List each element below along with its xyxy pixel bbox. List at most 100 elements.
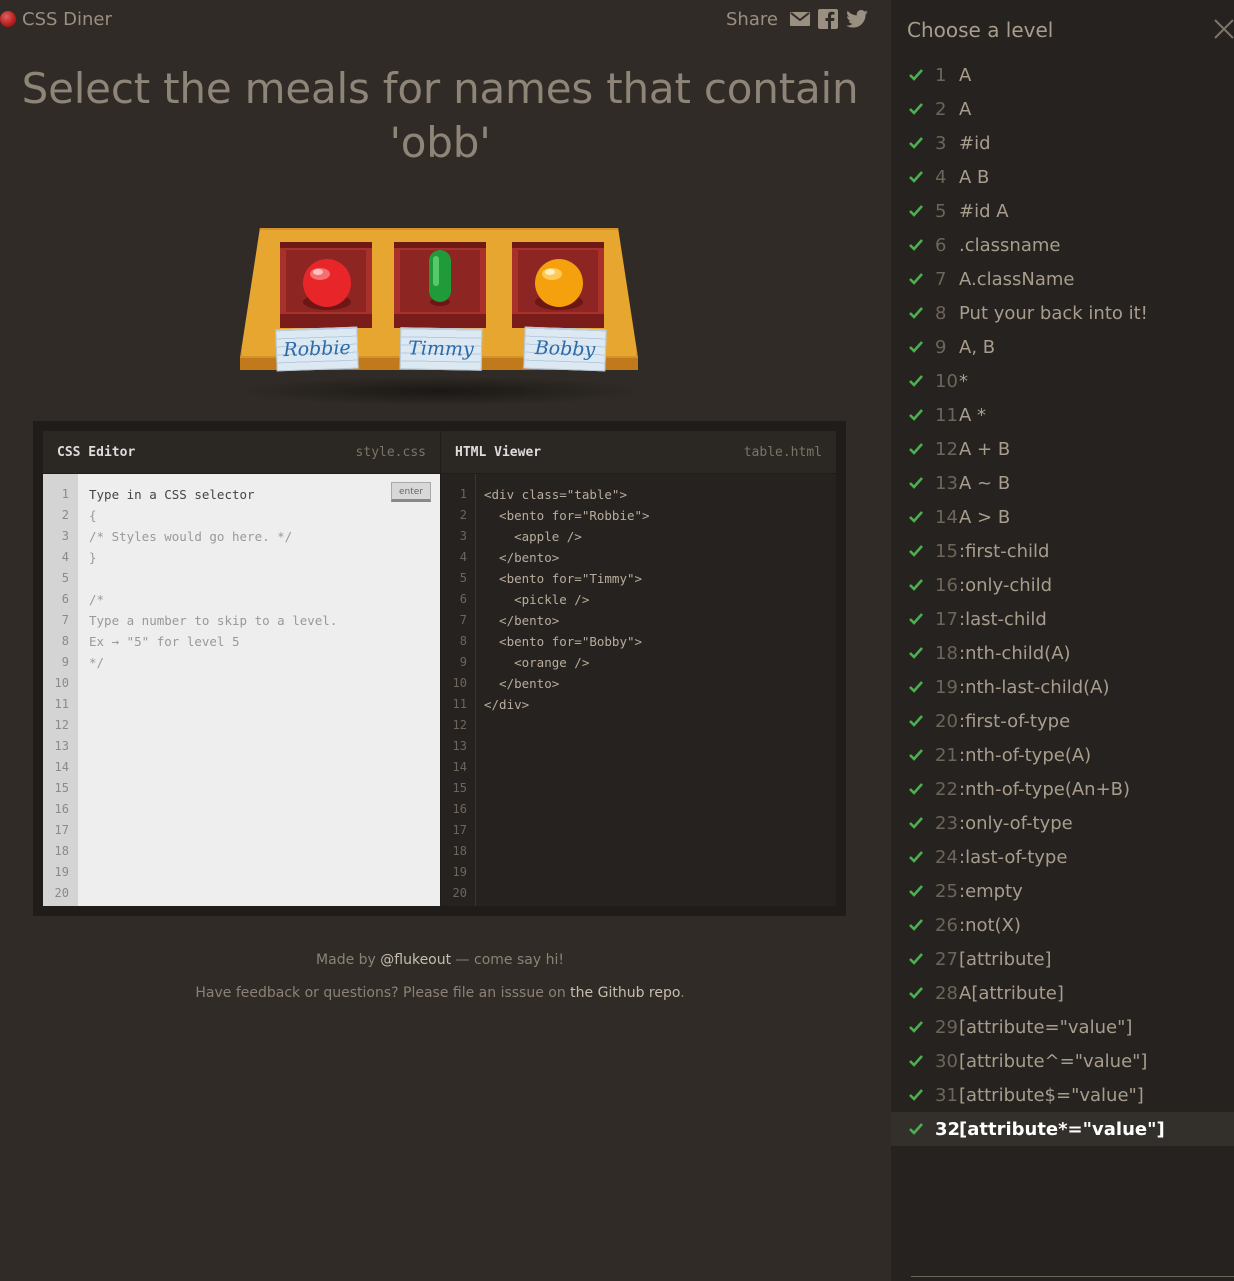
level-item-10[interactable]: 10 * [891,364,1234,398]
level-item-25[interactable]: 25:empty [891,874,1234,908]
twitter-icon[interactable] [846,10,868,28]
css-editor[interactable]: 1 2 3 4 5 6 7 8 9 10 11 12 13 14 15 16 1… [43,474,440,906]
level-item-19[interactable]: 19:nth-last-child(A) [891,670,1234,704]
share-bar: Share [726,6,868,32]
enter-button[interactable]: enter [391,482,431,502]
checkmark-icon [909,171,923,183]
checkmark-icon [909,443,923,455]
html-line-table-open[interactable]: <div class="table"> [484,484,627,505]
level-item-1[interactable]: 1A [891,58,1234,92]
apple-icon[interactable] [296,252,358,314]
level-item-29[interactable]: 29 [attribute="value"] [891,1010,1234,1044]
level-item-7[interactable]: 7 A.className [891,262,1234,296]
level-number: 8 [935,302,947,324]
level-item-12[interactable]: 12 A + B [891,432,1234,466]
html-line-bento-bobby[interactable]: <bento for="Bobby"> [484,631,642,652]
level-item-8[interactable]: 8 Put your back into it! [891,296,1234,330]
html-line-pickle[interactable]: <pickle /> [484,589,589,610]
checkmark-icon [909,69,923,81]
level-item-16[interactable]: 16:only-child [891,568,1234,602]
html-line-bento-close[interactable]: </bento> [484,547,559,568]
level-number: 20 [935,710,958,732]
app-logo[interactable]: CSS Diner [0,6,112,32]
line-number: 12 [54,718,69,732]
level-item-3[interactable]: 3 #id [891,126,1234,160]
html-line-apple[interactable]: <apple /> [484,526,582,547]
line-number: 8 [61,634,69,648]
level-item-31[interactable]: 31 [attribute$="value"] [891,1078,1234,1112]
level-number: 27 [935,948,958,970]
level-item-15[interactable]: 15:first-child [891,534,1234,568]
level-item-24[interactable]: 24:last-of-type [891,840,1234,874]
level-item-26[interactable]: 26:not(X) [891,908,1234,942]
pickle-icon[interactable] [428,248,452,310]
checkmark-icon [909,1021,923,1033]
line-number: 4 [61,550,69,564]
html-line-bento-close[interactable]: </bento> [484,673,559,694]
orange-icon[interactable] [528,252,590,314]
level-name: :nth-of-type(A) [959,744,1092,766]
level-item-17[interactable]: 17:last-child [891,602,1234,636]
checkmark-icon [909,511,923,523]
level-item-18[interactable]: 18:nth-child(A) [891,636,1234,670]
html-viewer-title: HTML Viewer [455,444,542,460]
level-item-4[interactable]: 4 A B [891,160,1234,194]
html-line-bento-robbie[interactable]: <bento for="Robbie"> [484,505,650,526]
level-item-27[interactable]: 27 [attribute] [891,942,1234,976]
html-line-table-close[interactable]: </div> [484,694,529,715]
level-item-6[interactable]: 6 .classname [891,228,1234,262]
bento-timmy[interactable] [394,242,486,328]
checkmark-icon [909,205,923,217]
footer-credit: Made by @flukeout — come say hi! [0,952,880,968]
facebook-icon[interactable] [817,9,838,29]
level-number: 4 [935,166,947,188]
level-item-2[interactable]: 2A [891,92,1234,126]
checkmark-icon [909,545,923,557]
level-name: :only-child [959,574,1053,596]
html-line-bento-timmy[interactable]: <bento for="Timmy"> [484,568,642,589]
author-link[interactable]: @flukeout [380,952,451,968]
level-name: A [959,64,972,86]
level-number: 3 [935,132,947,154]
line-number: 16 [452,802,467,816]
app-title: CSS Diner [22,8,112,30]
level-name: :not(X) [959,914,1021,936]
level-item-11[interactable]: 11 A * [891,398,1234,432]
level-item-9[interactable]: 9 A, B [891,330,1234,364]
checkmark-icon [909,341,923,353]
line-number: 5 [61,571,69,585]
level-number: 21 [935,744,958,766]
html-line-bento-close[interactable]: </bento> [484,610,559,631]
level-item-13[interactable]: 13 A ~ B [891,466,1234,500]
level-number: 2 [935,98,947,120]
close-icon[interactable] [1213,18,1234,40]
mail-icon[interactable] [789,11,810,27]
css-editor-header: CSS Editor style.css [43,431,440,473]
share-label: Share [726,8,778,30]
css-selector-input[interactable]: Type in a CSS selector [89,484,255,505]
bento-bobby[interactable] [512,242,604,328]
checkmark-icon [909,851,923,863]
level-item-14[interactable]: 14 A > B [891,500,1234,534]
checkmark-icon [909,681,923,693]
html-line-orange[interactable]: <orange /> [484,652,589,673]
level-item-32[interactable]: 32 [attribute*="value"] [891,1112,1234,1146]
level-item-20[interactable]: 20:first-of-type [891,704,1234,738]
level-item-5[interactable]: 5 #id A [891,194,1234,228]
level-name: [attribute="value"] [959,1016,1133,1038]
bento-robbie[interactable] [280,242,372,328]
level-number: 31 [935,1084,958,1106]
checkmark-icon [909,409,923,421]
level-item-22[interactable]: 22:nth-of-type(An+B) [891,772,1234,806]
level-name: A [959,98,972,120]
level-item-30[interactable]: 30 [attribute^="value"] [891,1044,1234,1078]
code-line: Ex → "5" for level 5 [89,634,240,649]
level-item-28[interactable]: 28 A[attribute] [891,976,1234,1010]
level-number: 23 [935,812,958,834]
level-number: 24 [935,846,958,868]
css-line-gutter: 1 2 3 4 5 6 7 8 9 10 11 12 13 14 15 16 1… [43,474,78,906]
level-item-23[interactable]: 23:only-of-type [891,806,1234,840]
line-number: 7 [459,613,467,627]
level-item-21[interactable]: 21:nth-of-type(A) [891,738,1234,772]
github-repo-link[interactable]: the Github repo [570,985,680,1001]
